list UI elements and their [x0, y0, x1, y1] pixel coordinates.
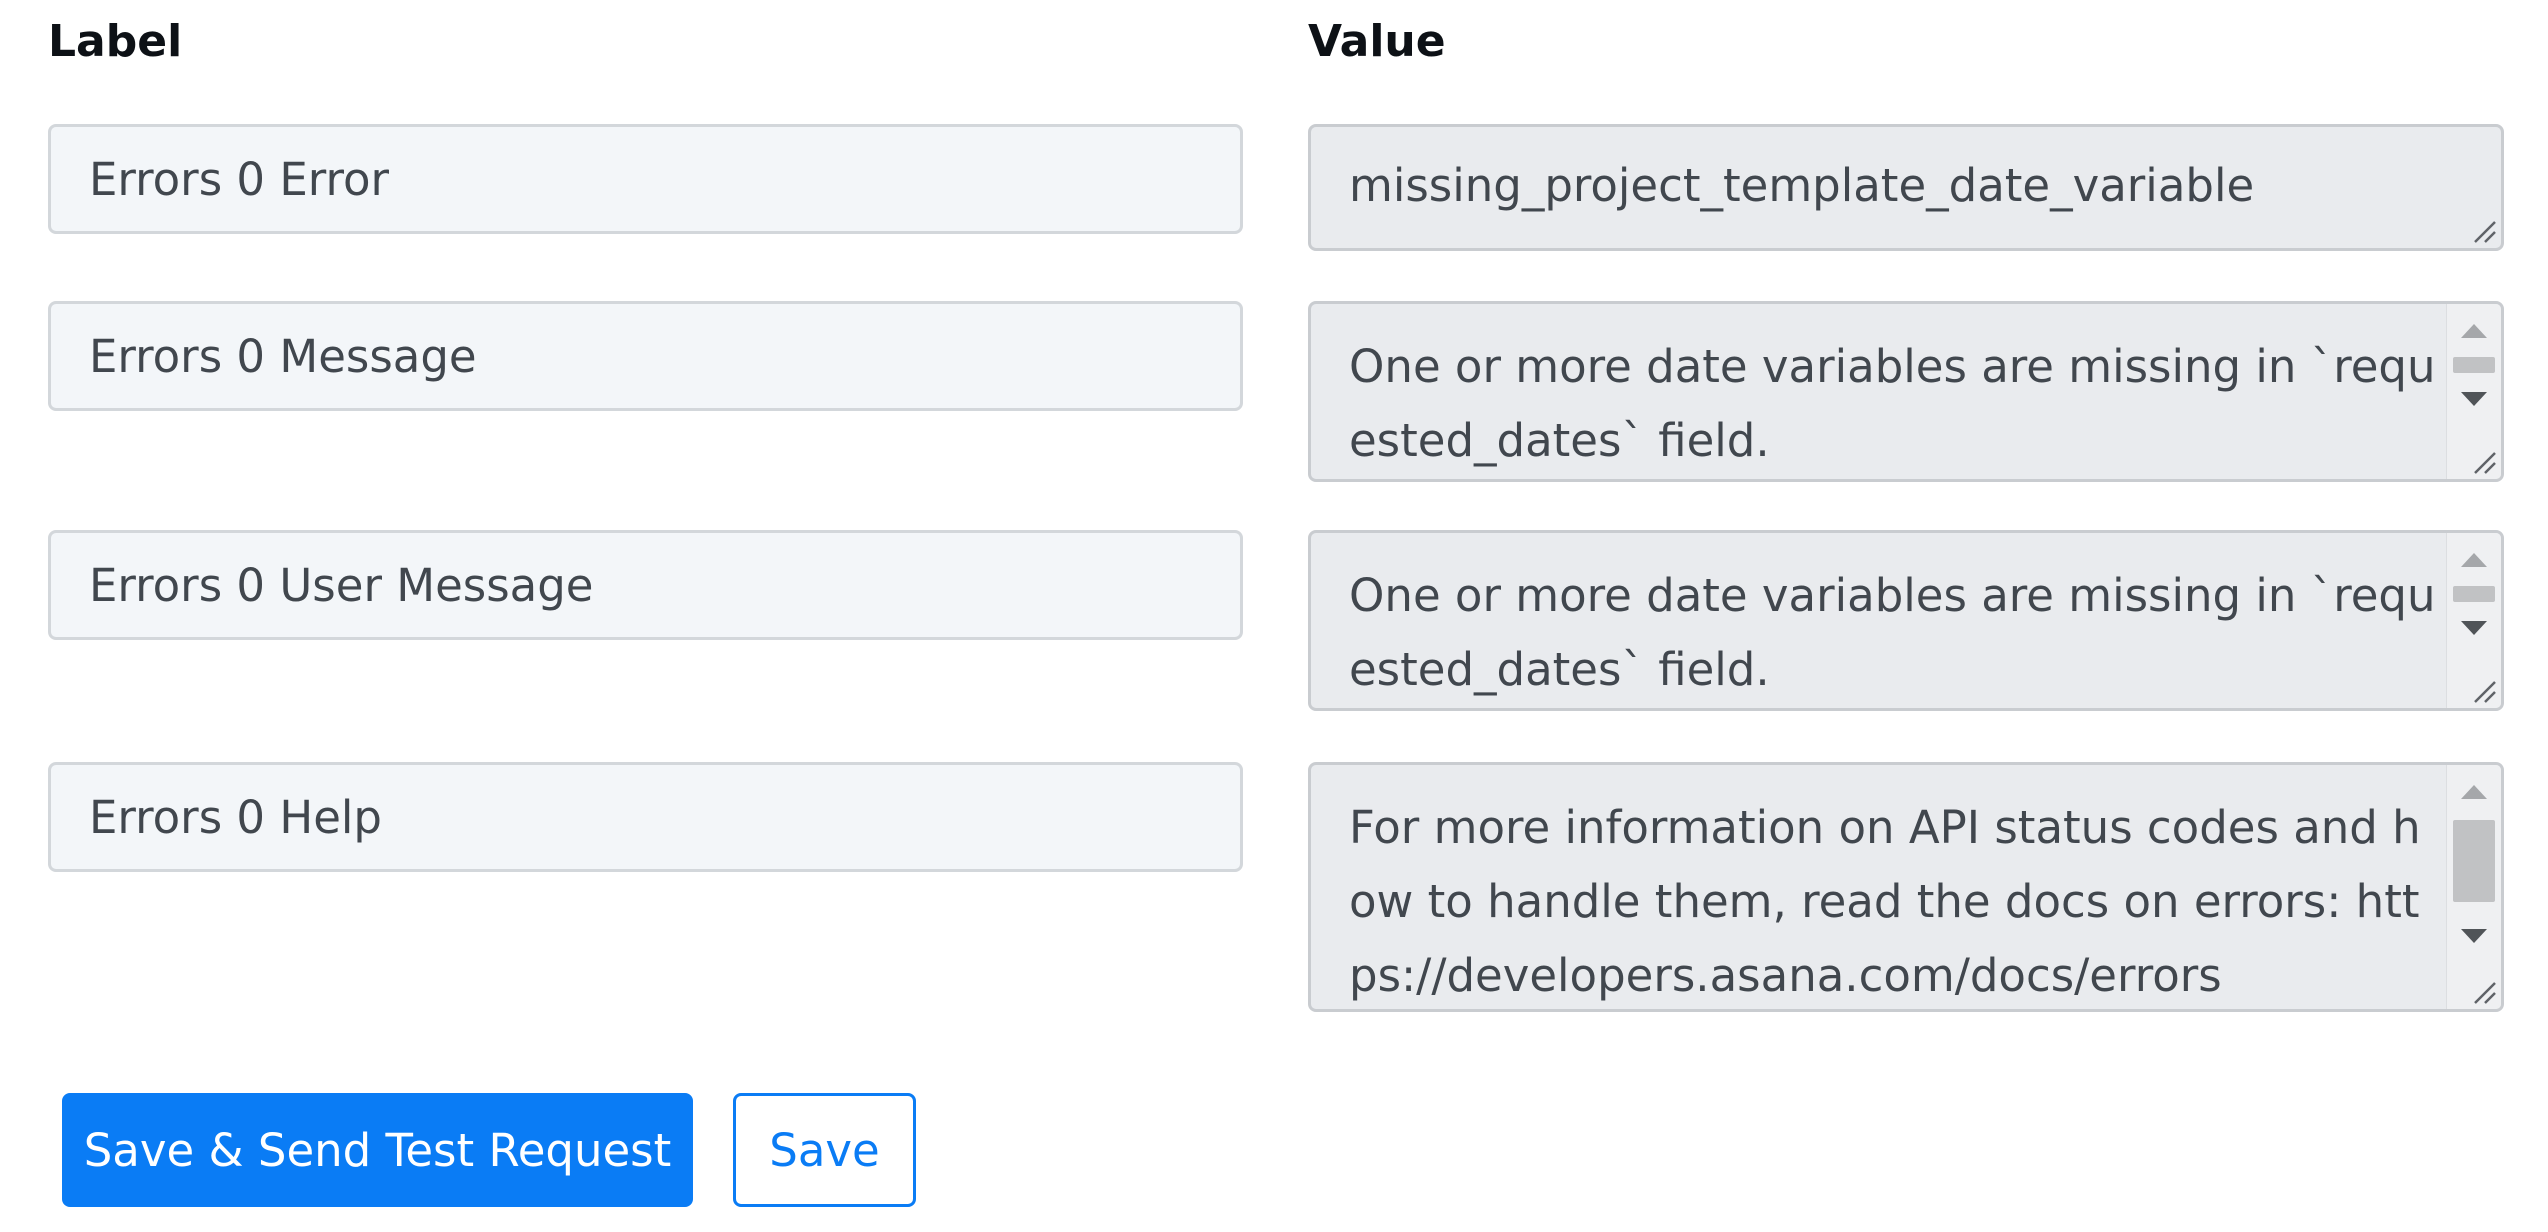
save-and-send-test-request-button[interactable]: Save & Send Test Request	[62, 1093, 693, 1207]
scroll-thumb[interactable]	[2453, 586, 2495, 602]
resize-grip-icon[interactable]	[2471, 678, 2497, 704]
save-button[interactable]: Save	[733, 1093, 916, 1207]
value-field-errors-0-help[interactable]: For more information on API status codes…	[1308, 762, 2504, 1012]
resize-grip-icon[interactable]	[2471, 979, 2497, 1005]
resize-grip-icon[interactable]	[2471, 218, 2497, 244]
vertical-scrollbar[interactable]	[2446, 765, 2501, 1009]
label-input-errors-0-message[interactable]	[48, 301, 1243, 411]
scroll-down-arrow-icon[interactable]	[2461, 929, 2487, 943]
label-column-header: Label	[48, 16, 183, 67]
value-field-errors-0-user-message[interactable]: One or more date variables are missing i…	[1308, 530, 2504, 711]
scroll-thumb[interactable]	[2453, 820, 2495, 902]
value-field-errors-0-error[interactable]: missing_project_template_date_variable	[1308, 124, 2504, 251]
scroll-up-arrow-icon[interactable]	[2461, 553, 2487, 567]
value-text: One or more date variables are missing i…	[1349, 340, 2436, 467]
value-text: For more information on API status codes…	[1349, 801, 2421, 1002]
value-text: One or more date variables are missing i…	[1349, 569, 2436, 696]
scroll-up-arrow-icon[interactable]	[2461, 324, 2487, 338]
value-field-errors-0-message[interactable]: One or more date variables are missing i…	[1308, 301, 2504, 482]
scroll-up-arrow-icon[interactable]	[2461, 785, 2487, 799]
value-text: missing_project_template_date_variable	[1349, 159, 2255, 212]
resize-grip-icon[interactable]	[2471, 449, 2497, 475]
scroll-thumb[interactable]	[2453, 357, 2495, 373]
scroll-down-arrow-icon[interactable]	[2461, 621, 2487, 635]
scroll-down-arrow-icon[interactable]	[2461, 392, 2487, 406]
value-column-header: Value	[1308, 16, 1446, 67]
label-input-errors-0-user-message[interactable]	[48, 530, 1243, 640]
label-input-errors-0-help[interactable]	[48, 762, 1243, 872]
label-input-errors-0-error[interactable]	[48, 124, 1243, 234]
